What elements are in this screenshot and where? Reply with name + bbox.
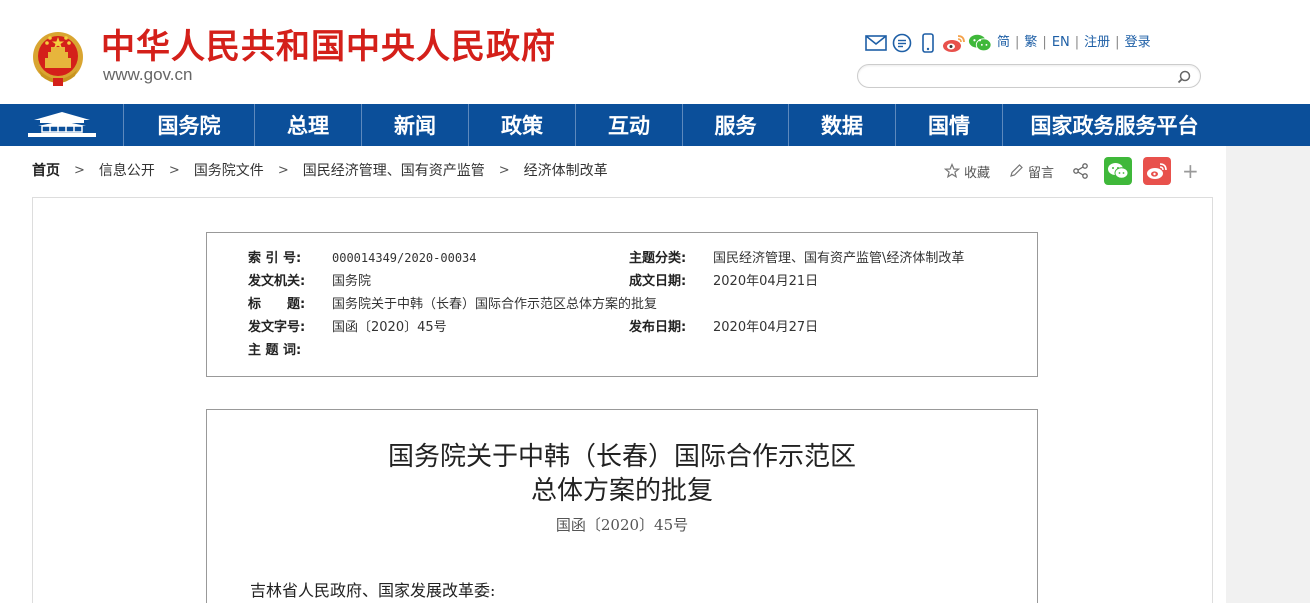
search-box [857, 64, 1201, 88]
document-title-line: 总体方案的批复 [530, 476, 713, 506]
title-label: 标 题: [248, 297, 306, 312]
issuer-value: 国务院 [332, 274, 372, 289]
topic-value: 国民经济管理、国有资产监管\经济体制改革 [713, 251, 965, 266]
breadcrumb-home[interactable]: 首页 [32, 161, 60, 181]
site-url[interactable]: www.gov.cn [103, 65, 192, 85]
nav-item-premier[interactable]: 总理 [254, 104, 361, 146]
nav-item-national-info[interactable]: 国情 [895, 104, 1002, 146]
main-nav: 国务院 总理 新闻 政策 互动 服务 数据 国情 国家政务服务平台 [0, 104, 1310, 146]
breadcrumb: 首页 > 信息公开 > 国务院文件 > 国民经济管理、国有资产监管 > 经济体制… [32, 161, 608, 181]
separator: | [1015, 35, 1020, 50]
doc-number-value: 国函〔2020〕45号 [332, 320, 447, 335]
pencil-icon [1010, 164, 1023, 177]
index-label: 索 引 号: [248, 251, 302, 266]
weibo-icon[interactable] [942, 32, 966, 54]
meta-row: 发文字号: 国函〔2020〕45号 发布日期: 2020年04月27日 [207, 316, 1037, 339]
separator: | [1115, 35, 1120, 50]
breadcrumb-economic-reform[interactable]: 经济体制改革 [524, 161, 608, 181]
nav-item-services[interactable]: 服务 [682, 104, 788, 146]
nav-item-news[interactable]: 新闻 [361, 104, 468, 146]
share-tools: 收藏 留言 + [944, 157, 1199, 185]
nav-item-interaction[interactable]: 互动 [575, 104, 682, 146]
nav-item-policy[interactable]: 政策 [468, 104, 575, 146]
written-date-value: 2020年04月21日 [713, 274, 819, 289]
meta-row: 发文机关: 国务院 成文日期: 2020年04月21日 [207, 270, 1037, 293]
share-icon[interactable] [1072, 162, 1094, 180]
breadcrumb-economy-assets[interactable]: 国民经济管理、国有资产监管 [303, 161, 485, 181]
separator: | [1074, 35, 1080, 50]
doc-number-label: 发文字号: [248, 320, 306, 335]
nav-item-data[interactable]: 数据 [788, 104, 895, 146]
favorite-label: 收藏 [964, 165, 991, 181]
meta-row: 主 题 词: [207, 339, 1037, 362]
comment-label: 留言 [1028, 165, 1055, 181]
wechat-icon[interactable] [968, 32, 992, 54]
document-metadata-table: 索 引 号: 000014349/2020-00034 主题分类: 国民经济管理… [206, 232, 1038, 377]
mail-icon[interactable] [864, 32, 888, 54]
search-input[interactable] [870, 67, 1170, 85]
issuer-label: 发文机关: [248, 274, 306, 289]
share-weibo-icon[interactable] [1143, 157, 1172, 185]
meta-row: 索 引 号: 000014349/2020-00034 主题分类: 国民经济管理… [207, 247, 1037, 270]
nav-home-gate-icon[interactable] [0, 104, 123, 146]
site-header: 中华人民共和国中央人民政府 www.gov.cn 简 | 繁 | EN | 注册… [0, 0, 1310, 104]
lang-traditional-link[interactable]: 繁 [1021, 32, 1040, 54]
search-icon[interactable] [1176, 69, 1192, 85]
breadcrumb-separator: > [277, 163, 289, 178]
document-title-line: 国务院关于中韩（长春）国际合作示范区 [387, 442, 856, 472]
published-date-value: 2020年04月27日 [713, 320, 819, 335]
mobile-icon[interactable] [916, 32, 940, 54]
breadcrumb-separator: > [74, 163, 85, 178]
favorite-button[interactable]: 收藏 [944, 162, 990, 181]
meta-row: 标 题: 国务院关于中韩（长春）国际合作示范区总体方案的批复 [207, 293, 1037, 316]
lang-simplified-link[interactable]: 简 [994, 32, 1013, 54]
published-date-label: 发布日期: [629, 320, 687, 335]
register-link[interactable]: 注册 [1081, 32, 1113, 54]
message-icon[interactable] [890, 32, 914, 54]
separator: | [1042, 35, 1047, 50]
top-tools: 简 | 繁 | EN | 注册 | 登录 [864, 32, 1154, 54]
breadcrumb-info-disclosure[interactable]: 信息公开 [99, 161, 155, 181]
topic-label: 主题分类: [629, 251, 687, 266]
keywords-label: 主 题 词: [248, 343, 302, 358]
share-wechat-icon[interactable] [1104, 157, 1133, 185]
site-title[interactable]: 中华人民共和国中央人民政府 [101, 25, 556, 69]
comment-button[interactable]: 留言 [1008, 162, 1054, 181]
document-addressee: 吉林省人民政府、国家发展改革委: [250, 581, 496, 600]
document-number: 国函〔2020〕45号 [555, 516, 689, 534]
star-icon [944, 163, 960, 179]
title-value: 国务院关于中韩（长春）国际合作示范区总体方案的批复 [332, 297, 658, 312]
more-share-button[interactable]: + [1182, 159, 1199, 183]
breadcrumb-state-council-docs[interactable]: 国务院文件 [194, 161, 264, 181]
lang-english-link[interactable]: EN [1049, 32, 1073, 54]
nav-item-gov-service-platform[interactable]: 国家政务服务平台 [1002, 104, 1226, 146]
breadcrumb-separator: > [498, 163, 510, 178]
document-title: 国务院关于中韩（长春）国际合作示范区 总体方案的批复 [0, 440, 1244, 508]
national-emblem-icon[interactable] [31, 30, 85, 88]
breadcrumb-separator: > [168, 163, 180, 178]
nav-item-state-council[interactable]: 国务院 [123, 104, 254, 146]
written-date-label: 成文日期: [629, 274, 687, 289]
index-value: 000014349/2020-00034 [332, 251, 477, 265]
login-link[interactable]: 登录 [1122, 32, 1154, 54]
